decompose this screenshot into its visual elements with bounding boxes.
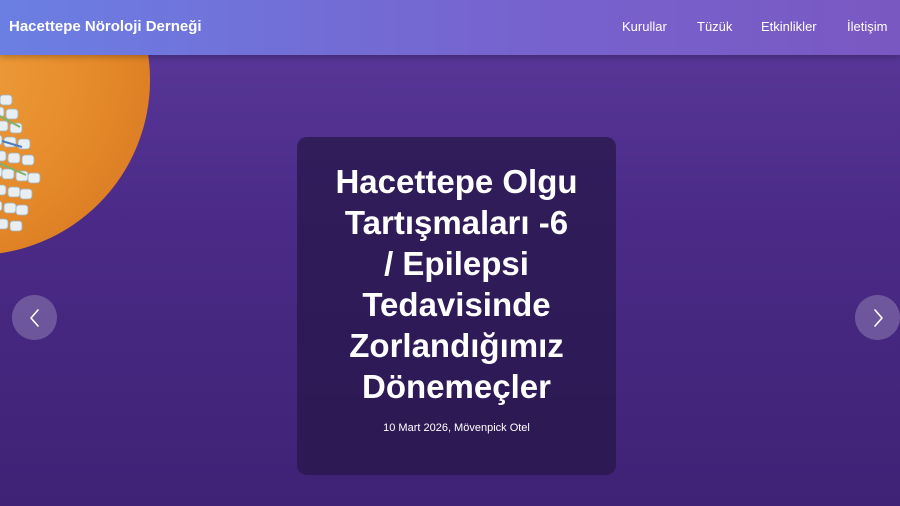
event-title-line: / Epilepsi [384,245,529,282]
event-title-line: Zorlandığımız [349,327,564,364]
hero-carousel: Hacettepe Olgu Tartışmaları -6 / Epileps… [0,55,900,506]
site-brand[interactable]: Hacettepe Nöroloji Derneği [9,18,202,35]
chevron-right-icon [873,308,883,327]
top-navbar: Hacettepe Nöroloji Derneği Kurullar Tüzü… [0,0,900,55]
event-title-line: Dönemeçler [362,368,551,405]
nav-kurullar[interactable]: Kurullar [622,19,667,34]
molecule-pyramid-image [0,94,41,232]
carousel-next-button[interactable] [855,295,900,340]
nav-iletisim[interactable]: İletişim [847,19,887,34]
chevron-left-icon [29,308,39,327]
event-title: Hacettepe Olgu Tartışmaları -6 / Epileps… [297,161,616,407]
event-title-line: Tartışmaları -6 [344,204,569,241]
event-title-line: Hacettepe Olgu [335,163,578,200]
nav-etkinlikler[interactable]: Etkinlikler [761,19,817,34]
event-title-line: Tedavisinde [362,286,551,323]
event-card[interactable]: Hacettepe Olgu Tartışmaları -6 / Epileps… [297,137,616,475]
carousel-prev-button[interactable] [12,295,57,340]
event-date-location: 10 Mart 2026, Mövenpick Otel [383,422,530,434]
nav-tuzuk[interactable]: Tüzük [697,19,732,34]
